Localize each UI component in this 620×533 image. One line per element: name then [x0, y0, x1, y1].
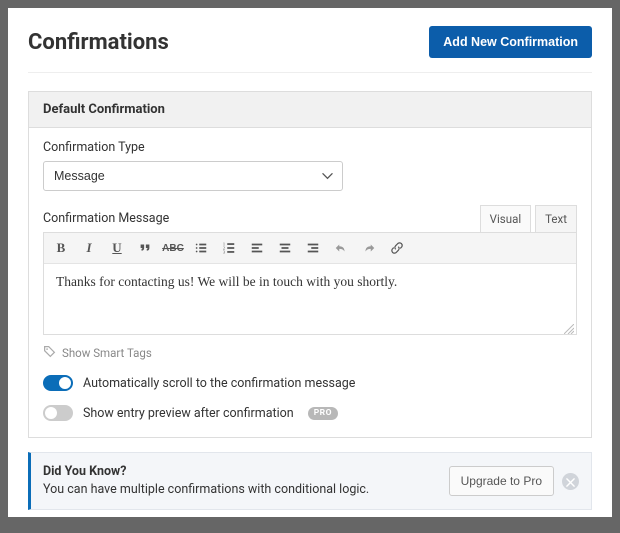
align-left-button[interactable]: [246, 237, 268, 259]
italic-button[interactable]: I: [78, 237, 100, 259]
tab-visual[interactable]: Visual: [480, 205, 531, 232]
page-title: Confirmations: [28, 30, 169, 55]
resize-handle[interactable]: [564, 322, 574, 332]
add-confirmation-button[interactable]: Add New Confirmation: [429, 26, 592, 58]
callout-heading: Did You Know?: [43, 464, 126, 479]
align-center-button[interactable]: [274, 237, 296, 259]
entry-preview-row: Show entry preview after confirmation PR…: [43, 405, 577, 421]
editor-content: Thanks for contacting us! We will be in …: [56, 274, 397, 289]
undo-button[interactable]: [330, 237, 352, 259]
page-header: Confirmations Add New Confirmation: [28, 26, 592, 73]
close-icon: [566, 472, 575, 491]
upgrade-callout: Did You Know? You can have multiple conf…: [28, 452, 592, 510]
autoscroll-label: Automatically scroll to the confirmation…: [83, 376, 355, 391]
bullet-list-button[interactable]: [190, 237, 212, 259]
strikethrough-button[interactable]: ABC: [162, 237, 184, 259]
confirmation-type-label: Confirmation Type: [43, 140, 577, 155]
numbered-list-button[interactable]: 123: [218, 237, 240, 259]
dismiss-callout-button[interactable]: [562, 473, 579, 490]
editor-toolbar: B I U ABC 123: [44, 233, 576, 264]
redo-button[interactable]: [358, 237, 380, 259]
editor-header: Confirmation Message Visual Text: [43, 205, 577, 232]
align-right-button[interactable]: [302, 237, 324, 259]
confirmation-type-select[interactable]: Message: [43, 161, 343, 191]
editor-tabs: Visual Text: [480, 205, 577, 232]
editor-textarea[interactable]: Thanks for contacting us! We will be in …: [44, 264, 576, 334]
callout-body: You can have multiple confirmations with…: [43, 482, 369, 497]
underline-button[interactable]: U: [106, 237, 128, 259]
bold-button[interactable]: B: [50, 237, 72, 259]
smart-tags-label: Show Smart Tags: [62, 346, 152, 360]
panel-title: Default Confirmation: [29, 92, 591, 128]
tab-text[interactable]: Text: [535, 205, 577, 232]
callout-actions: Upgrade to Pro: [449, 466, 579, 496]
show-smart-tags-link[interactable]: Show Smart Tags: [43, 345, 577, 361]
upgrade-button[interactable]: Upgrade to Pro: [449, 466, 554, 496]
confirmation-type-select-wrap: Message: [43, 161, 343, 191]
editor: B I U ABC 123: [43, 232, 577, 335]
confirmation-message-label: Confirmation Message: [43, 211, 169, 226]
link-button[interactable]: [386, 237, 408, 259]
callout-text: Did You Know? You can have multiple conf…: [43, 463, 369, 499]
tag-icon: [43, 345, 56, 361]
page-container: Confirmations Add New Confirmation Defau…: [8, 8, 612, 517]
pro-badge: PRO: [308, 407, 338, 420]
autoscroll-row: Automatically scroll to the confirmation…: [43, 375, 577, 391]
entry-preview-label: Show entry preview after confirmation: [83, 406, 294, 421]
confirmation-panel: Default Confirmation Confirmation Type M…: [28, 91, 592, 438]
svg-text:3: 3: [223, 249, 226, 254]
autoscroll-toggle[interactable]: [43, 375, 73, 391]
blockquote-button[interactable]: [134, 237, 156, 259]
panel-body: Confirmation Type Message Confirmation M…: [29, 128, 591, 437]
entry-preview-toggle[interactable]: [43, 405, 73, 421]
